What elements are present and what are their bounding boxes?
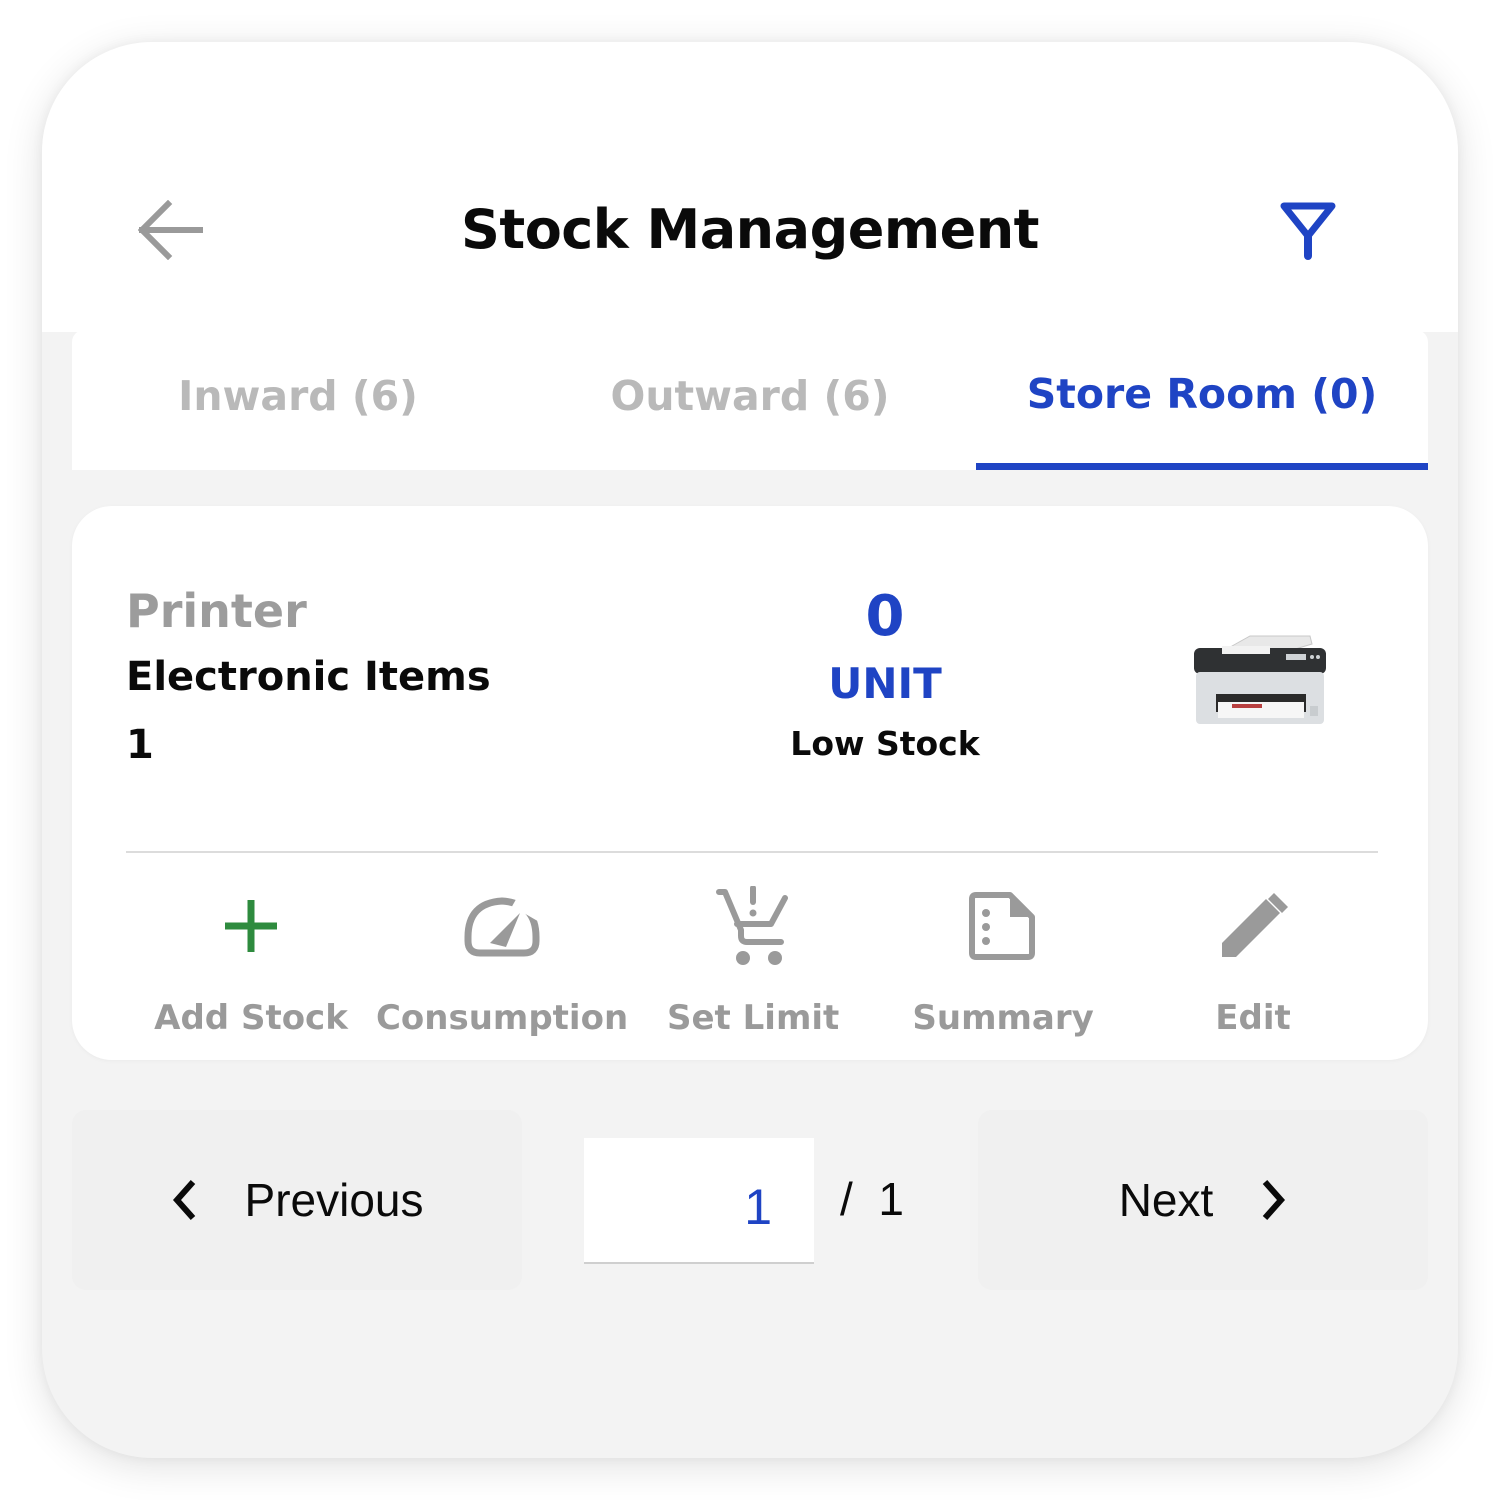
filter-button[interactable]: [1278, 198, 1338, 262]
page-number-input[interactable]: [584, 1138, 814, 1264]
consumption-button[interactable]: Consumption: [376, 886, 628, 1046]
next-button[interactable]: Next: [978, 1110, 1428, 1290]
stock-status: Low Stock: [790, 724, 980, 763]
chevron-left-icon: [172, 1180, 195, 1220]
stock-item-card: Printer Electronic Items 1 0 UNIT Low St…: [72, 506, 1428, 1060]
set-limit-button[interactable]: Set Limit: [628, 886, 878, 1046]
action-label: Set Limit: [666, 998, 840, 1038]
tab-inward[interactable]: Inward (6): [72, 330, 524, 470]
tab-bar: Inward (6) Outward (6) Store Room (0): [72, 330, 1428, 470]
quantity-value: 0: [865, 584, 905, 649]
action-bar: Add Stock Consumption Set Limit Summary …: [126, 886, 1378, 1046]
action-label: Edit: [1215, 998, 1291, 1038]
filter-icon: [1280, 202, 1336, 260]
action-label: Add Stock: [154, 998, 348, 1038]
app-screen: Stock Management Inward (6) Outward (6) …: [42, 42, 1458, 1458]
previous-button[interactable]: Previous: [72, 1110, 522, 1290]
next-label: Next: [1118, 1174, 1214, 1226]
pagination: Previous / 1 Next: [72, 1110, 1428, 1290]
page-title: Stock Management: [460, 198, 1040, 261]
active-tab-indicator: [976, 463, 1428, 470]
document-icon: [963, 886, 1043, 966]
item-category: Electronic Items: [126, 654, 491, 700]
quantity-unit: UNIT: [828, 659, 942, 708]
summary-button[interactable]: Summary: [878, 886, 1128, 1046]
tab-label: Outward (6): [610, 372, 890, 420]
card-divider: [126, 851, 1378, 853]
chevron-right-icon: [1263, 1180, 1286, 1220]
action-label: Consumption: [375, 998, 629, 1038]
action-label: Summary: [912, 998, 1094, 1038]
item-number: 1: [126, 722, 154, 768]
printer-image: [1192, 632, 1328, 728]
tab-label: Inward (6): [178, 372, 418, 420]
quantity-block: 0 UNIT Low Stock: [772, 582, 998, 763]
edit-button[interactable]: Edit: [1128, 886, 1378, 1046]
speedometer-icon: [462, 886, 543, 966]
tab-store-room[interactable]: Store Room (0): [976, 330, 1428, 470]
item-name: Printer: [126, 584, 307, 638]
plus-icon: [211, 886, 291, 966]
tab-label: Store Room (0): [1026, 370, 1378, 418]
page-total: / 1: [840, 1173, 904, 1225]
app-header: Stock Management: [42, 42, 1458, 332]
pencil-icon: [1213, 886, 1293, 966]
previous-label: Previous: [244, 1174, 424, 1226]
cart-alert-icon: [713, 886, 793, 966]
add-stock-button[interactable]: Add Stock: [126, 886, 376, 1046]
tab-outward[interactable]: Outward (6): [524, 330, 976, 470]
